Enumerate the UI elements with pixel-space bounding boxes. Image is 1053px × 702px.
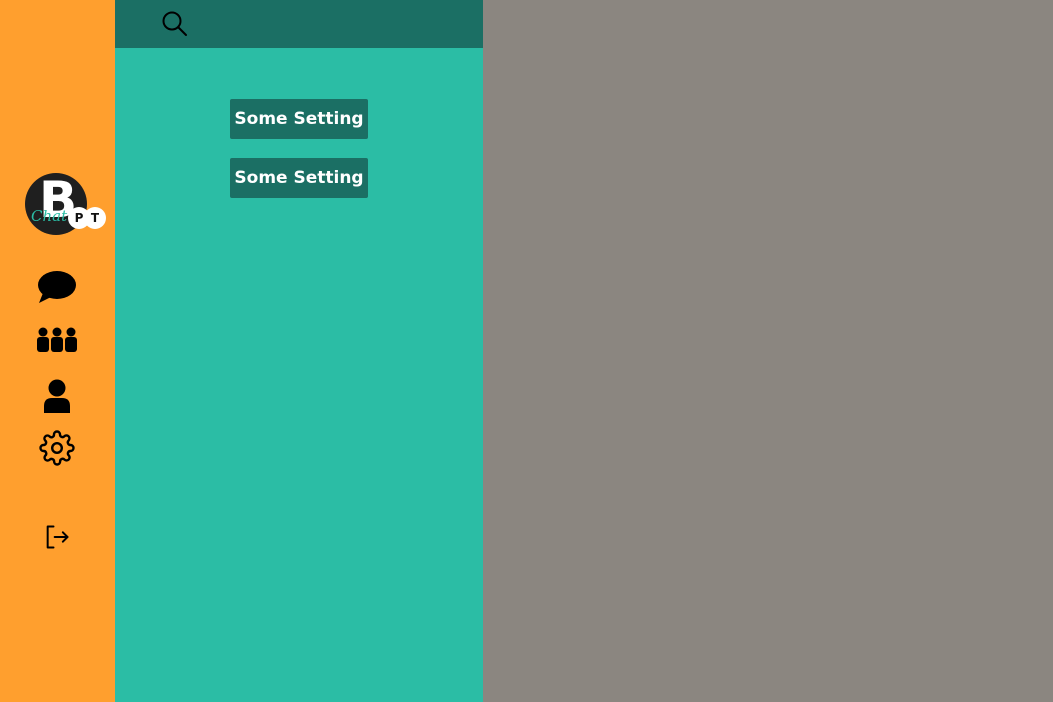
groups-icon[interactable]	[37, 320, 77, 360]
sidebar-rail: B Chat P T	[0, 0, 115, 702]
some-setting-button-2[interactable]: Some Setting	[230, 158, 368, 198]
logo-script-text: Chat	[31, 207, 68, 225]
some-setting-button-1[interactable]: Some Setting	[230, 99, 368, 139]
main-content-area	[483, 0, 1053, 702]
panel-header	[115, 0, 483, 48]
app-logo: B Chat P T	[25, 171, 107, 237]
rail-top-area	[0, 0, 115, 148]
gear-icon[interactable]	[37, 428, 77, 468]
settings-panel: Some Setting Some Setting	[115, 0, 483, 702]
logo-badge-t: T	[84, 207, 106, 229]
app-window: B Chat P T Some Setting Some Setting	[0, 0, 1053, 702]
user-icon[interactable]	[37, 376, 77, 416]
logout-icon[interactable]	[37, 517, 77, 557]
chat-bubble-icon[interactable]	[37, 267, 77, 307]
search-icon[interactable]	[161, 10, 189, 38]
